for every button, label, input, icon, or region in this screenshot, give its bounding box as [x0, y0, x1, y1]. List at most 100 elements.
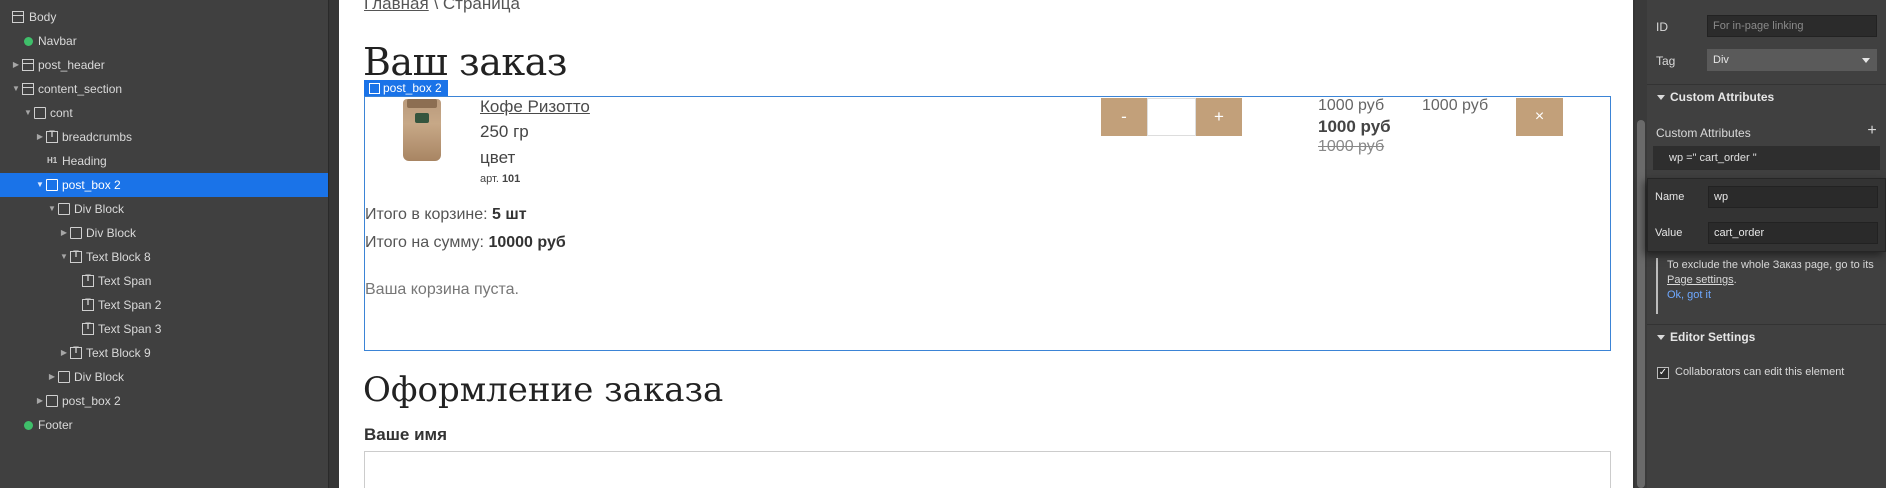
attr-name-input[interactable]: wp	[1708, 186, 1878, 208]
navigator-panel: Body Navbar ▶ post_header ▼ content_sect…	[0, 0, 329, 488]
tag-label: Tag	[1656, 54, 1676, 68]
info-note: To exclude the whole Заказ page, go to i…	[1656, 258, 1878, 314]
div-icon	[70, 227, 82, 239]
unit-price: 1000 руб	[1318, 97, 1385, 114]
product-image[interactable]	[403, 99, 441, 161]
nav-item-text-block-8[interactable]: ▼ Text Block 8	[0, 245, 328, 269]
attr-value-label: Value	[1655, 227, 1683, 239]
nav-item-content-section[interactable]: ▼ content_section	[0, 77, 328, 101]
add-attribute-button[interactable]: +	[1866, 123, 1878, 139]
body-icon	[12, 11, 24, 23]
nav-item-text-span-3[interactable]: Text Span 3	[0, 317, 328, 341]
nav-item-text-span[interactable]: Text Span	[0, 269, 328, 293]
nav-item-post-box-2-selected[interactable]: ▼ post_box 2	[0, 173, 328, 197]
div-icon	[58, 371, 70, 383]
cart-count-value: 5 шт	[492, 206, 527, 223]
editor-settings-title: Editor Settings	[1670, 330, 1756, 344]
nav-item-cont[interactable]: ▼ cont	[0, 101, 328, 125]
cart-sum: Итого на сумму: 10000 руб	[365, 234, 566, 252]
page-settings-link[interactable]: Page settings	[1667, 274, 1734, 286]
cart-box-selected[interactable]: Кофе Ризотто 250 гр цвет арт. 101 - + 10…	[364, 96, 1611, 351]
div-icon	[34, 107, 46, 119]
article-value: 101	[501, 173, 521, 185]
collapse-arrow-icon[interactable]: ▼	[59, 245, 69, 269]
collapse-arrow-icon[interactable]: ▼	[11, 77, 21, 101]
attribute-row[interactable]: wp =" cart_order "	[1653, 146, 1880, 170]
collapse-triangle-icon	[1657, 95, 1665, 100]
id-label: ID	[1656, 20, 1668, 34]
product-name-link[interactable]: Кофе Ризотто	[480, 97, 590, 117]
text-block-icon	[82, 297, 94, 311]
name-input[interactable]	[364, 451, 1611, 488]
id-input[interactable]: For in-page linking	[1707, 15, 1877, 37]
checkout-heading[interactable]: Оформление заказа	[363, 370, 723, 410]
nav-item-post-box-2[interactable]: ▶ post_box 2	[0, 389, 328, 413]
collaborators-label: Collaborators can edit this element	[1675, 366, 1845, 378]
product-weight: 250 гр	[480, 122, 529, 141]
collapse-arrow-icon[interactable]: ▼	[35, 173, 45, 197]
attr-name-label: Name	[1655, 191, 1685, 203]
nav-item-text-span-2[interactable]: Text Span 2	[0, 293, 328, 317]
text-block-icon	[46, 129, 58, 143]
div-icon	[46, 179, 58, 191]
breadcrumb[interactable]: Главная \ Страница	[364, 0, 520, 14]
text-block-icon	[82, 321, 94, 335]
expand-arrow-icon[interactable]: ▶	[35, 389, 45, 413]
tag-select[interactable]: Div	[1707, 49, 1877, 71]
name-field-label: Ваше имя	[364, 425, 448, 444]
custom-attributes-label: Custom Attributes	[1656, 126, 1751, 140]
product-article: арт. 101	[480, 173, 520, 185]
scrollbar-thumb[interactable]	[1637, 120, 1645, 488]
product-color: цвет	[480, 148, 516, 167]
nav-item-post-header[interactable]: ▶ post_header	[0, 53, 328, 77]
attribute-edit-popover: Name wp Value cart_order	[1647, 178, 1886, 252]
breadcrumb-link-home[interactable]: Главная	[364, 0, 429, 13]
expand-arrow-icon[interactable]: ▶	[35, 125, 45, 149]
div-icon	[46, 395, 58, 407]
ok-got-it-link[interactable]: Ok, got it	[1667, 289, 1711, 301]
line-total: 1000 руб	[1422, 97, 1489, 114]
div-icon	[58, 203, 70, 215]
nav-item-breadcrumbs[interactable]: ▶ breadcrumbs	[0, 125, 328, 149]
editor-settings-section-header[interactable]: Editor Settings	[1647, 324, 1886, 350]
note-text: To exclude the whole Заказ page, go to i…	[1667, 259, 1874, 271]
chevron-down-icon	[1862, 58, 1870, 63]
text-block-icon	[70, 249, 82, 263]
heading-icon: H1	[47, 156, 58, 165]
empty-cart-message: Ваша корзина пуста.	[365, 281, 519, 298]
nav-item-navbar[interactable]: Navbar	[0, 29, 328, 53]
quantity-increase-button[interactable]: +	[1196, 98, 1242, 136]
tag-select-value: Div	[1713, 54, 1729, 66]
remove-item-button[interactable]: ×	[1516, 98, 1563, 136]
nav-item-text-block-9[interactable]: ▶ Text Block 9	[0, 341, 328, 365]
selected-element-label[interactable]: post_box 2	[364, 80, 448, 97]
page-preview: Главная \ Страница Ваш заказ post_box 2 …	[339, 0, 1633, 488]
expand-arrow-icon[interactable]: ▶	[11, 53, 21, 77]
symbol-icon	[24, 37, 33, 46]
text-block-icon	[70, 345, 82, 359]
nav-item-div-block[interactable]: ▶ Div Block	[0, 365, 328, 389]
expand-arrow-icon[interactable]: ▶	[47, 365, 57, 389]
nav-item-body[interactable]: Body	[0, 5, 328, 29]
nav-item-heading[interactable]: H1 Heading	[0, 149, 328, 173]
quantity-input[interactable]	[1147, 98, 1196, 136]
nav-item-div-block[interactable]: ▶ Div Block	[0, 221, 328, 245]
quantity-decrease-button[interactable]: -	[1101, 98, 1147, 136]
nav-item-div-block[interactable]: ▼ Div Block	[0, 197, 328, 221]
custom-attributes-section-header[interactable]: Custom Attributes	[1647, 84, 1886, 110]
collaborators-checkbox[interactable]: ✓	[1657, 367, 1669, 379]
cart-sum-value: 10000 руб	[488, 234, 566, 251]
attr-value-input[interactable]: cart_order	[1708, 222, 1878, 244]
page-title[interactable]: Ваш заказ	[363, 40, 568, 84]
expand-arrow-icon[interactable]: ▶	[59, 341, 69, 365]
cart-count-label: Итого в корзине:	[365, 206, 493, 223]
text-block-icon	[82, 273, 94, 287]
collapse-arrow-icon[interactable]: ▼	[23, 101, 33, 125]
collapse-triangle-icon	[1657, 335, 1665, 340]
article-label: арт.	[480, 173, 499, 185]
note-end: .	[1733, 274, 1737, 286]
expand-arrow-icon[interactable]: ▶	[59, 221, 69, 245]
nav-item-footer[interactable]: Footer	[0, 413, 328, 437]
collapse-arrow-icon[interactable]: ▼	[47, 197, 57, 221]
body-icon	[22, 59, 34, 71]
